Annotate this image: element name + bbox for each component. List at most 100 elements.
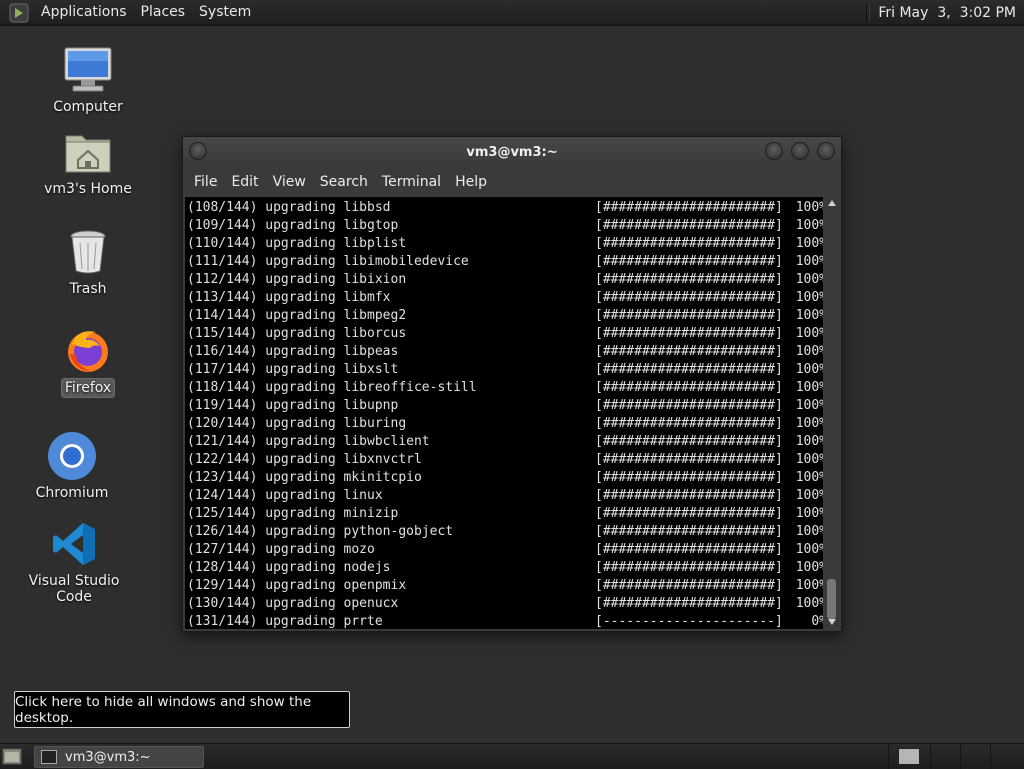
terminal-line-text: (128/144) upgrading nodejs	[187, 560, 391, 575]
terminal-line-text: (127/144) upgrading mozo	[187, 542, 375, 557]
terminal-line: (109/144) upgrading libgtop [############…	[187, 217, 823, 235]
workspace-4[interactable]	[990, 744, 1021, 769]
terminal-line: (116/144) upgrading libpeas [############…	[187, 343, 823, 361]
progress-percent: 100%	[795, 254, 823, 269]
trash-icon	[62, 226, 114, 278]
show-desktop-icon	[2, 748, 22, 765]
progress-percent: 100%	[795, 434, 823, 449]
chromium-icon	[46, 430, 98, 482]
progress-bar-text: [######################]	[595, 200, 783, 215]
progress-percent: 100%	[795, 344, 823, 359]
desktop-icon-firefox[interactable]: Firefox	[28, 324, 148, 398]
terminal-line: (123/144) upgrading mkinitcpio [#########…	[187, 469, 823, 487]
system-menu[interactable]: System	[192, 0, 258, 25]
progress-bar-text: [######################]	[595, 218, 783, 233]
terminal-line: (117/144) upgrading libxslt [############…	[187, 361, 823, 379]
terminal-line-text: (120/144) upgrading liburing	[187, 416, 407, 431]
progress-bar-text: [######################]	[595, 488, 783, 503]
terminal-line: (110/144) upgrading libplist [###########…	[187, 235, 823, 253]
menu-view[interactable]: View	[266, 174, 313, 190]
computer-icon	[62, 44, 114, 96]
progress-percent: 100%	[795, 578, 823, 593]
scrollbar-thumb[interactable]	[827, 579, 836, 619]
progress-percent: 100%	[795, 452, 823, 467]
progress-bar-text: [######################]	[595, 272, 783, 287]
places-menu[interactable]: Places	[134, 0, 193, 25]
mate-menu-icon[interactable]	[8, 3, 30, 23]
terminal-line: (128/144) upgrading nodejs [#############…	[187, 559, 823, 577]
menu-edit[interactable]: Edit	[224, 174, 265, 190]
terminal-line-text: (113/144) upgrading libmfx	[187, 290, 391, 305]
menu-terminal[interactable]: Terminal	[375, 174, 448, 190]
titlebar[interactable]: vm3@vm3:~	[183, 137, 841, 167]
terminal-line-text: (130/144) upgrading openucx	[187, 596, 399, 611]
desktop-icon-computer[interactable]: Computer	[28, 44, 148, 116]
terminal-line: (120/144) upgrading liburing [###########…	[187, 415, 823, 433]
terminal-line: (113/144) upgrading libmfx [#############…	[187, 289, 823, 307]
terminal-icon	[41, 750, 57, 764]
terminal-line: (131/144) upgrading prrte [--------------…	[187, 613, 823, 629]
terminal-line-text: (110/144) upgrading libplist	[187, 236, 407, 251]
terminal-window[interactable]: vm3@vm3:~ File Edit View Search Terminal…	[182, 136, 842, 632]
progress-bar-text: [######################]	[595, 344, 783, 359]
workspace-3[interactable]	[960, 744, 991, 769]
progress-percent: 100%	[795, 200, 823, 215]
home-folder-icon	[62, 126, 114, 178]
terminal-line-text: (119/144) upgrading libupnp	[187, 398, 399, 413]
desktop-icon-home[interactable]: vm3's Home	[28, 126, 148, 198]
desktop-icon-label: Visual Studio Code	[28, 573, 120, 605]
progress-percent: 100%	[795, 218, 823, 233]
progress-percent: 100%	[795, 236, 823, 251]
terminal-line-text: (125/144) upgrading minizip	[187, 506, 399, 521]
progress-percent: 100%	[795, 362, 823, 377]
desktop-icon-label: Trash	[69, 281, 107, 297]
terminal-line-text: (109/144) upgrading libgtop	[187, 218, 399, 233]
scroll-down-icon[interactable]	[828, 619, 836, 625]
taskbar-window-button[interactable]: vm3@vm3:~	[34, 746, 204, 768]
scroll-up-icon[interactable]	[828, 200, 836, 206]
firefox-icon	[62, 324, 114, 376]
minimize-icon[interactable]	[765, 142, 783, 160]
window-menu-icon[interactable]	[189, 142, 207, 160]
terminal-line-text: (122/144) upgrading libxnvctrl	[187, 452, 422, 467]
terminal-line-text: (112/144) upgrading libixion	[187, 272, 407, 287]
taskbar-window-label: vm3@vm3:~	[65, 749, 151, 765]
progress-percent: 100%	[795, 560, 823, 575]
progress-bar-text: [######################]	[595, 524, 783, 539]
progress-bar-text: [######################]	[595, 380, 783, 395]
progress-percent: 100%	[795, 398, 823, 413]
desktop-icon-trash[interactable]: Trash	[28, 226, 148, 298]
maximize-icon[interactable]	[791, 142, 809, 160]
terminal-line-text: (115/144) upgrading liborcus	[187, 326, 407, 341]
progress-percent: 100%	[795, 380, 823, 395]
terminal-line: (108/144) upgrading libbsd [#############…	[187, 199, 823, 217]
show-desktop-button[interactable]	[2, 748, 22, 765]
window-title: vm3@vm3:~	[466, 144, 558, 160]
workspace-1[interactable]	[898, 748, 920, 765]
progress-bar-text: [######################]	[595, 434, 783, 449]
close-icon[interactable]	[817, 142, 835, 160]
terminal-line-text: (117/144) upgrading libxslt	[187, 362, 399, 377]
terminal-line-text: (126/144) upgrading python-gobject	[187, 524, 454, 539]
progress-bar-text: [######################]	[595, 308, 783, 323]
desktop-icon-label: Chromium	[35, 485, 109, 501]
terminal-scrollbar[interactable]	[825, 197, 839, 629]
terminal-line-text: (118/144) upgrading libreoffice-still	[187, 380, 477, 395]
terminal-line: (125/144) upgrading minizip [############…	[187, 505, 823, 523]
progress-bar-text: [######################]	[595, 254, 783, 269]
progress-percent: 100%	[795, 488, 823, 503]
vscode-icon	[48, 518, 100, 570]
menu-search[interactable]: Search	[313, 174, 375, 190]
desktop-icon-vscode[interactable]: Visual Studio Code	[14, 518, 134, 606]
show-desktop-tooltip: Click here to hide all windows and show …	[14, 691, 350, 728]
workspace-2[interactable]	[930, 744, 961, 769]
workspace-separator	[888, 744, 889, 769]
clock[interactable]: Fri May 3, 3:02 PM	[878, 5, 1024, 21]
menu-file[interactable]: File	[187, 174, 224, 190]
applications-menu[interactable]: Applications	[34, 0, 134, 25]
terminal-output[interactable]: (108/144) upgrading libbsd [#############…	[185, 197, 823, 629]
terminal-line: (114/144) upgrading libmpeg2 [###########…	[187, 307, 823, 325]
desktop-icon-chromium[interactable]: Chromium	[12, 430, 132, 502]
terminal-line-text: (108/144) upgrading libbsd	[187, 200, 391, 215]
menu-help[interactable]: Help	[448, 174, 494, 190]
